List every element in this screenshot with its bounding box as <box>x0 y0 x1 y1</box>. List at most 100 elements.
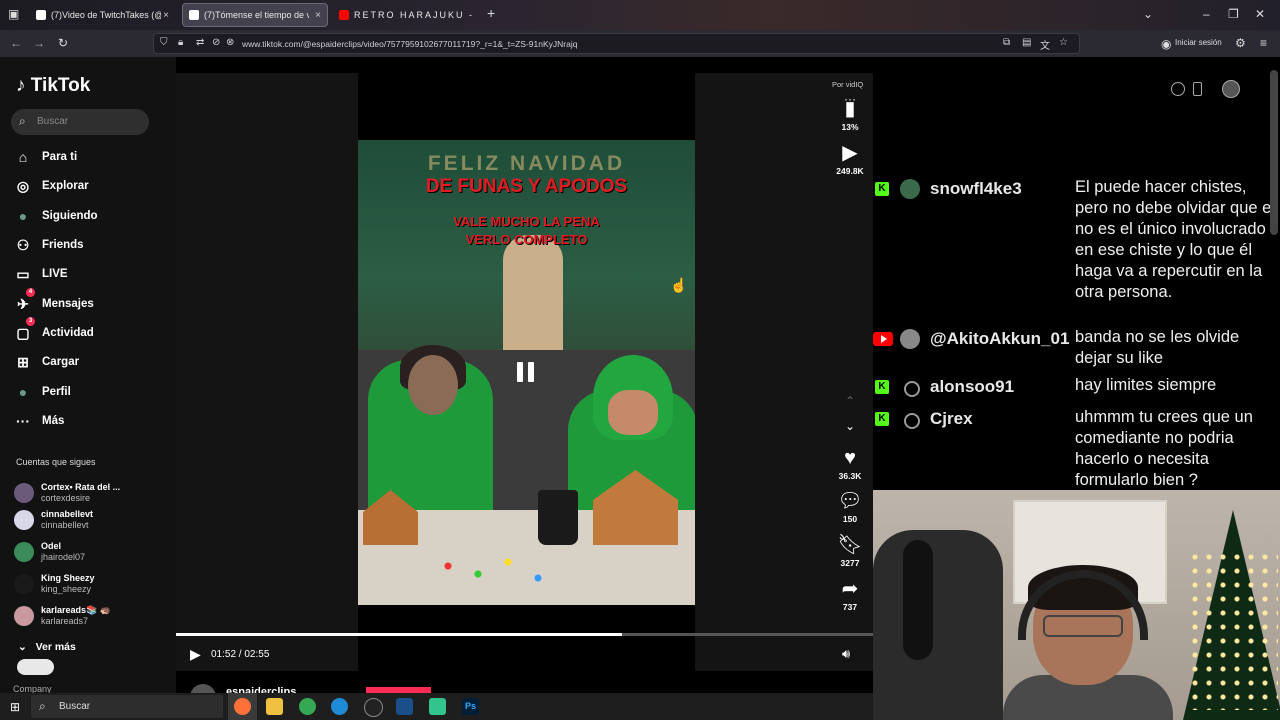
page-scrollbar[interactable] <box>1270 70 1278 235</box>
kick-icon: K <box>875 380 889 394</box>
coin-icon[interactable] <box>1171 82 1185 96</box>
back-icon[interactable]: ← <box>10 36 22 50</box>
see-more-button[interactable]: ⌄ Ver más <box>18 641 76 653</box>
chrome-icon[interactable] <box>299 698 316 715</box>
save-button[interactable]: 🔖︎ 3277 <box>826 534 874 568</box>
tiktok-sidebar: ♪ TikTok ⌕ Buscar ⌂ Para ti ◎ Explorar ● Sigu… <box>0 57 176 694</box>
windows-start-icon[interactable]: ⊞ <box>10 700 20 714</box>
video-progress-bar[interactable] <box>176 633 873 636</box>
obs-icon[interactable] <box>364 698 383 717</box>
sidebar-item-compass[interactable]: ◎ Explorar <box>14 174 89 198</box>
sidebar-item-live[interactable]: ▭ LIVE <box>14 262 67 286</box>
next-video-icon[interactable]: ⌄ <box>826 415 874 437</box>
play-icon[interactable]: ▶ <box>190 646 201 663</box>
camera-off-icon[interactable]: ⊘ <box>212 37 220 48</box>
minimize-icon[interactable]: – <box>1203 7 1210 21</box>
sidebar-item-upload[interactable]: ⊞ Cargar <box>14 350 79 374</box>
stream-chat-overlay: Ksnowfl4ke3 El puede hacer chistes, pero … <box>873 175 1280 490</box>
following-account[interactable]: Odel jhairodel07 <box>14 538 85 566</box>
steam-icon[interactable] <box>396 698 413 715</box>
like-count: 36.3K <box>838 471 862 481</box>
following-account-handle: karlareads7 <box>41 616 89 626</box>
reader-view-icon[interactable]: ▤ <box>1022 37 1031 48</box>
bar-chart-icon: ▮ <box>844 98 856 120</box>
tiktok-favicon-icon <box>36 10 46 20</box>
firefox-icon[interactable] <box>234 698 251 715</box>
new-tab-button[interactable]: + <box>487 5 495 21</box>
photoshop-icon[interactable]: Ps <box>462 698 479 715</box>
pause-icon[interactable] <box>514 362 536 384</box>
video-scene-face-left <box>408 355 458 415</box>
translate-icon[interactable]: 文 <box>1040 37 1050 52</box>
close-window-icon[interactable]: ✕ <box>1255 7 1265 21</box>
video-banner-text: FELIZ NAVIDAD <box>427 152 626 175</box>
taskbar-search-input[interactable]: ⌕ Buscar <box>31 695 223 718</box>
file-explorer-icon[interactable] <box>266 698 283 715</box>
notification-badge: 4 <box>26 288 35 297</box>
sidebar-item-messages[interactable]: ✈ 4 Mensajes <box>14 288 94 316</box>
account-icon[interactable]: ◉ <box>1161 37 1171 51</box>
activity-icon: ▢ <box>16 324 30 341</box>
following-section-title: Cuentas que sigues <box>16 457 96 467</box>
previous-video-icon[interactable]: ⌃ <box>826 390 874 412</box>
picture-in-picture-icon[interactable]: ⧉ <box>1003 37 1010 48</box>
sidebar-item-friends[interactable]: ⚇ Friends <box>14 233 84 257</box>
chat-user-avatar <box>900 179 920 199</box>
permissions-icon[interactable]: ⇄ <box>196 37 204 48</box>
sidebar-item-label: Cargar <box>42 356 80 368</box>
forward-icon[interactable]: → <box>33 36 45 50</box>
browser-tab-2[interactable]: (7)Tómense el tiempo de v × <box>182 3 328 27</box>
sidebar-item-profile-avatar[interactable]: ● Perfil <box>14 380 71 404</box>
streamlabs-icon[interactable] <box>429 698 446 715</box>
tiktok-note-icon: ♪ <box>16 75 26 96</box>
chat-username: @AkitoAkkun_01 <box>930 329 1070 348</box>
edge-icon[interactable] <box>331 698 348 715</box>
volume-icon[interactable]: 🔊︎ <box>842 646 850 662</box>
sidebar-item-following-avatar[interactable]: ● Siguiendo <box>14 204 98 228</box>
share-button[interactable]: ➦ 737 <box>826 578 874 612</box>
following-account-handle: jhairodel07 <box>41 552 86 562</box>
sign-in-button[interactable]: Iniciar sesión <box>1175 38 1222 47</box>
following-account-text: karlareads📚 🦔 karlareads7 <box>41 605 111 627</box>
avatar <box>14 606 34 626</box>
like-button[interactable]: ♥ 36.3K <box>826 447 874 481</box>
tab-dropdown-icon[interactable]: ⌄ <box>1143 7 1153 21</box>
browser-tab-1[interactable]: (7)Video de TwitchTakes (@twitc × <box>30 3 175 27</box>
webcam-microphone <box>903 540 933 660</box>
menu-icon[interactable]: ≡ <box>1260 36 1267 50</box>
sidebar-item-activity[interactable]: ▢ 3 Actividad <box>14 317 94 345</box>
following-account[interactable]: King Sheezy king_sheezy <box>14 570 95 598</box>
tab-title: RETRO HARAJUKU - E <box>354 10 472 20</box>
sidebar-item-more[interactable]: ··· Más <box>14 409 64 433</box>
vidiq-stats-button[interactable]: ▮ 13% <box>826 98 874 132</box>
device-icon[interactable] <box>1193 82 1202 96</box>
sidebar-item-label: Perfil <box>42 386 71 398</box>
reload-icon[interactable]: ↻ <box>58 36 68 50</box>
maximize-icon[interactable]: ❐ <box>1228 7 1239 21</box>
tiktok-logo[interactable]: ♪ TikTok <box>16 75 90 97</box>
lock-icon[interactable]: 🔒︎ <box>178 37 183 48</box>
url-text[interactable]: www.tiktok.com/@espaiderclips/video/7577… <box>242 39 577 49</box>
extensions-icon[interactable]: ⚙ <box>1235 36 1246 50</box>
kick-icon: K <box>875 412 889 426</box>
bookmark-star-icon[interactable]: ☆ <box>1059 37 1068 48</box>
shield-icon[interactable]: ⛉ <box>160 37 168 48</box>
user-avatar[interactable] <box>1222 80 1240 98</box>
search-input[interactable]: ⌕ Buscar <box>11 109 149 135</box>
tab-list-icon[interactable]: ▣ <box>8 7 19 21</box>
vidiq-percent: 13% <box>841 122 859 132</box>
sidebar-item-home[interactable]: ⌂ Para ti <box>14 145 77 169</box>
extension-toggle-icon[interactable] <box>17 659 54 675</box>
browser-tab-3[interactable]: RETRO HARAJUKU - E <box>333 3 478 27</box>
close-tab-icon[interactable]: × <box>315 10 321 21</box>
mic-off-icon[interactable]: ⊗ <box>226 37 234 48</box>
following-account[interactable]: Cortex• Rata del ... cortexdesire <box>14 479 120 507</box>
video-subtitle-text: VALE MUCHO LA PENA VERLO COMPLETO <box>358 213 695 249</box>
more-icon: ··· <box>16 413 30 429</box>
views-button[interactable]: ▶ 249.8K <box>826 142 874 176</box>
url-bar[interactable]: ⛉ 🔒︎ ⇄ ⊘ ⊗ www.tiktok.com/@espaiderclips… <box>153 33 1080 54</box>
following-account[interactable]: karlareads📚 🦔 karlareads7 <box>14 602 111 630</box>
following-account[interactable]: cinnabellevt cinnabellevt <box>14 506 93 534</box>
close-tab-icon[interactable]: × <box>163 10 169 21</box>
comment-button[interactable]: 💬︎ 150 <box>826 490 874 524</box>
